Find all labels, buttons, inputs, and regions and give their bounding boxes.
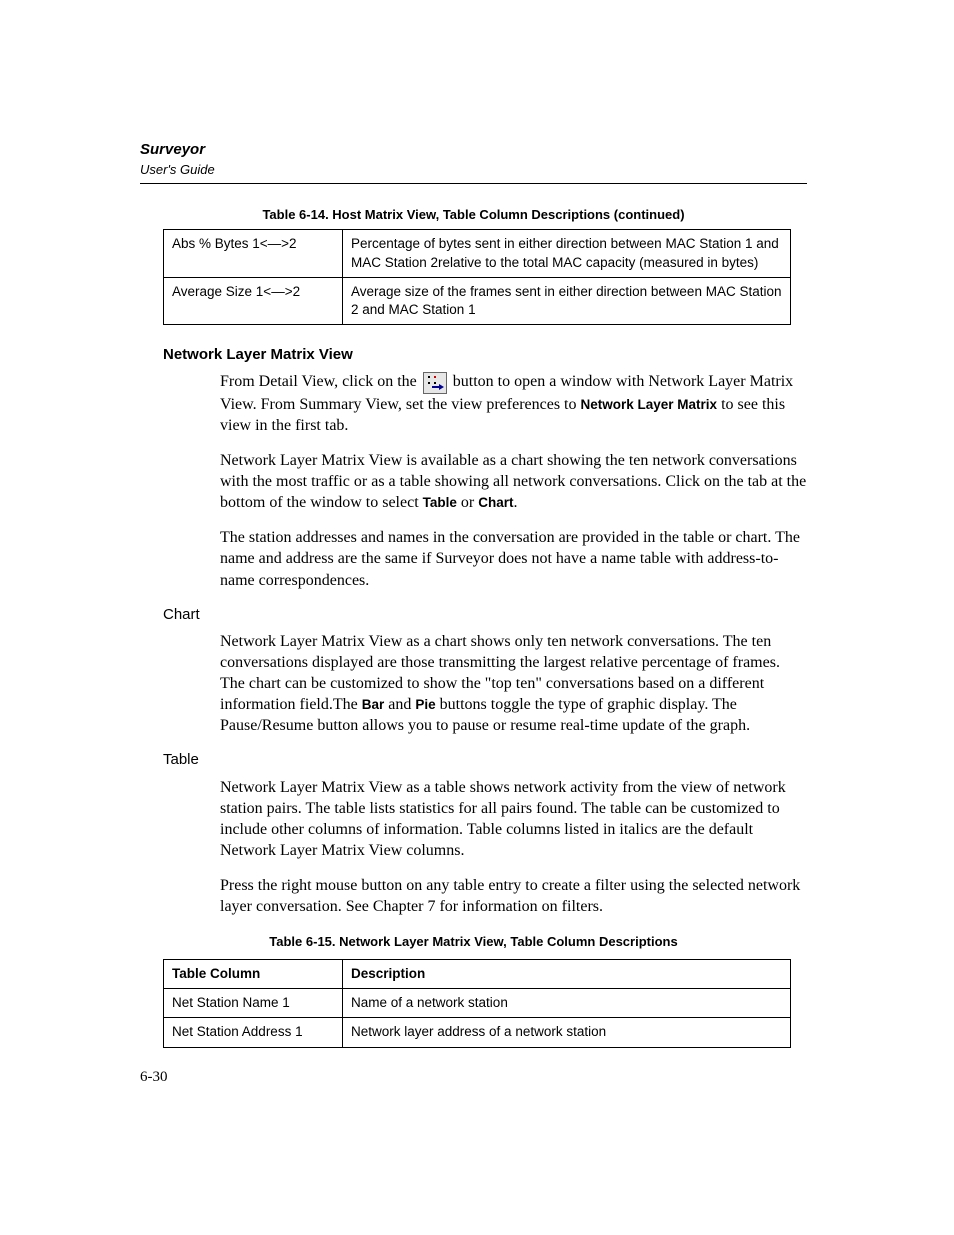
body-paragraph: Network Layer Matrix View is available a… bbox=[220, 450, 807, 513]
page-number: 6-30 bbox=[140, 1067, 168, 1087]
network-matrix-icon bbox=[423, 372, 447, 394]
ui-term: Pie bbox=[415, 697, 435, 712]
body-paragraph: From Detail View, click on the button to… bbox=[220, 371, 807, 436]
subsection-heading-chart: Chart bbox=[163, 605, 807, 625]
cell-column: Net Station Address 1 bbox=[164, 1018, 343, 1047]
ui-term: Bar bbox=[362, 697, 385, 712]
body-paragraph: The station addresses and names in the c… bbox=[220, 527, 807, 590]
header-cell: Description bbox=[343, 959, 791, 988]
page: Surveyor User's Guide Table 6-14. Host M… bbox=[0, 0, 954, 1235]
body-paragraph: Network Layer Matrix View as a chart sho… bbox=[220, 631, 807, 737]
cell-column: Average Size 1<—>2 bbox=[164, 277, 343, 324]
text-run: From Detail View, click on the bbox=[220, 373, 421, 390]
cell-description: Average size of the frames sent in eithe… bbox=[343, 277, 791, 324]
subsection-heading-table: Table bbox=[163, 750, 807, 770]
table-row: Abs % Bytes 1<—>2 Percentage of bytes se… bbox=[164, 230, 791, 277]
table-row: Net Station Address 1 Network layer addr… bbox=[164, 1018, 791, 1047]
table-row: Net Station Name 1 Name of a network sta… bbox=[164, 989, 791, 1018]
cell-column: Abs % Bytes 1<—>2 bbox=[164, 230, 343, 277]
ui-term: Chart bbox=[478, 495, 513, 510]
cell-description: Name of a network station bbox=[343, 989, 791, 1018]
doc-title: Surveyor bbox=[140, 140, 807, 160]
table-6-14: Abs % Bytes 1<—>2 Percentage of bytes se… bbox=[163, 229, 791, 325]
running-header: Surveyor User's Guide bbox=[140, 140, 807, 179]
text-run: or bbox=[457, 494, 478, 511]
cell-description: Network layer address of a network stati… bbox=[343, 1018, 791, 1047]
body-paragraph: Press the right mouse button on any tabl… bbox=[220, 875, 807, 917]
doc-subtitle: User's Guide bbox=[140, 161, 807, 179]
table-6-15: Table Column Description Net Station Nam… bbox=[163, 959, 791, 1048]
body-paragraph: Network Layer Matrix View as a table sho… bbox=[220, 777, 807, 861]
cell-description: Percentage of bytes sent in either direc… bbox=[343, 230, 791, 277]
cell-column: Net Station Name 1 bbox=[164, 989, 343, 1018]
table-6-14-caption: Table 6-14. Host Matrix View, Table Colu… bbox=[140, 206, 807, 224]
ui-term: Network Layer Matrix bbox=[581, 397, 718, 412]
section-heading: Network Layer Matrix View bbox=[163, 345, 807, 365]
table-header-row: Table Column Description bbox=[164, 959, 791, 988]
header-rule bbox=[140, 183, 807, 184]
header-cell: Table Column bbox=[164, 959, 343, 988]
text-run: and bbox=[384, 696, 415, 713]
table-row: Average Size 1<—>2 Average size of the f… bbox=[164, 277, 791, 324]
text-run: . bbox=[514, 494, 518, 511]
ui-term: Table bbox=[423, 495, 457, 510]
table-6-15-caption: Table 6-15. Network Layer Matrix View, T… bbox=[140, 933, 807, 951]
